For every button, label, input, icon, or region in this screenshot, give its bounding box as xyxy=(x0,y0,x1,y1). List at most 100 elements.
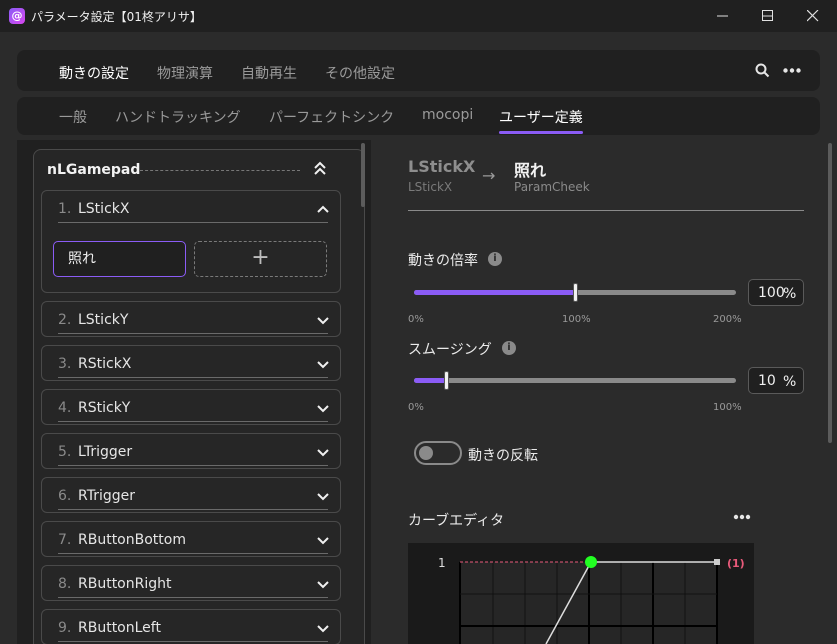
axis-name: RStickX xyxy=(78,356,132,372)
chevron-down-icon[interactable] xyxy=(316,313,330,327)
add-param-button[interactable]: + xyxy=(194,241,327,277)
tab-autoplay[interactable]: 自動再生 xyxy=(241,63,297,83)
tab-general[interactable]: 一般 xyxy=(59,107,87,127)
axis-name: RStickY xyxy=(78,400,131,416)
curve-editor-canvas[interactable]: 1 (1) xyxy=(408,543,754,644)
axis-number: 3. xyxy=(58,356,72,372)
axis-name: LTrigger xyxy=(78,444,133,460)
chevron-down-icon[interactable] xyxy=(316,357,330,371)
axis-number: 1. xyxy=(58,201,72,217)
motion-scale-slider[interactable] xyxy=(414,283,736,302)
tab-perfect-sync[interactable]: パーフェクトシンク xyxy=(269,107,394,127)
slider-thumb[interactable] xyxy=(573,283,578,302)
chevron-up-icon[interactable] xyxy=(316,202,330,216)
axis-number: 7. xyxy=(58,532,72,548)
point-index-label: (1) xyxy=(727,557,745,570)
axis-underline xyxy=(58,222,328,223)
more-menu-icon[interactable] xyxy=(783,68,801,73)
toggle-knob xyxy=(419,446,433,460)
source-input-id: LStickX xyxy=(408,180,453,194)
axis-item[interactable]: 9. RButtonLeft xyxy=(41,609,341,644)
axis-number: 8. xyxy=(58,576,72,592)
curve-control-point[interactable] xyxy=(585,556,597,568)
axis-underline xyxy=(58,641,328,642)
tick-label: 0% xyxy=(408,314,424,325)
unit: % xyxy=(783,374,797,390)
tab-hand-tracking[interactable]: ハンドトラッキング xyxy=(115,107,241,127)
invert-label: 動きの反転 xyxy=(468,448,538,464)
source-input-name: LStickX xyxy=(408,157,476,176)
invert-toggle[interactable] xyxy=(414,441,462,465)
chevron-down-icon[interactable] xyxy=(316,445,330,459)
target-param-id: ParamCheek xyxy=(514,180,590,194)
chevron-down-icon[interactable] xyxy=(316,401,330,415)
value: 10 xyxy=(758,373,776,389)
axis-number: 9. xyxy=(58,620,72,636)
group-title: nLGamepad xyxy=(47,162,141,178)
slider-fill xyxy=(414,290,575,295)
tick-label: 0% xyxy=(408,402,424,413)
chevron-down-icon[interactable] xyxy=(316,533,330,547)
info-icon[interactable]: i xyxy=(488,252,502,266)
close-icon xyxy=(807,10,819,22)
axis-number: 4. xyxy=(58,400,72,416)
axis-item[interactable]: 5. LTrigger xyxy=(41,433,341,469)
maximize-button[interactable] xyxy=(745,0,790,32)
motion-scale-input[interactable]: 100 % xyxy=(748,279,804,306)
chevron-down-icon[interactable] xyxy=(316,489,330,503)
smoothing-label: スムージング xyxy=(408,342,492,358)
left-scrollbar[interactable] xyxy=(361,143,365,207)
maximize-icon xyxy=(762,10,773,21)
axis-item[interactable]: 3. RStickX xyxy=(41,345,341,381)
gamepad-group: nLGamepad 1. LStickX 照れ + 2. LStickY 3. … xyxy=(33,149,365,644)
curve-more-icon[interactable] xyxy=(733,512,751,522)
axis-item[interactable]: 4. RStickY xyxy=(41,389,341,425)
curve-graph[interactable]: 1 (1) xyxy=(408,543,754,644)
axis-number: 6. xyxy=(58,488,72,504)
app-logo-icon: @ xyxy=(9,8,25,24)
chevron-down-icon[interactable] xyxy=(316,621,330,635)
tab-physics[interactable]: 物理演算 xyxy=(157,63,213,83)
tab-mocopi[interactable]: mocopi xyxy=(422,107,473,123)
group-divider xyxy=(140,170,300,171)
axis-underline xyxy=(58,597,328,598)
axis-item[interactable]: 7. RButtonBottom xyxy=(41,521,341,557)
info-icon[interactable]: i xyxy=(502,341,516,355)
search-icon[interactable] xyxy=(755,63,770,78)
tick-label: 200% xyxy=(713,314,742,325)
curve-end-handle[interactable] xyxy=(714,559,720,565)
axis-underline xyxy=(58,421,328,422)
target-param-name: 照れ xyxy=(514,161,547,180)
axis-number: 5. xyxy=(58,444,72,460)
collapse-all-icon[interactable] xyxy=(310,159,330,179)
input-list-panel: nLGamepad 1. LStickX 照れ + 2. LStickY 3. … xyxy=(17,140,371,644)
tab-other-settings[interactable]: その他設定 xyxy=(325,63,395,83)
axis-underline xyxy=(58,509,328,510)
axis-item[interactable]: 2. LStickY xyxy=(41,301,341,337)
axis-underline xyxy=(58,377,328,378)
axis-name: RTrigger xyxy=(78,488,135,504)
header-divider xyxy=(408,210,804,211)
axis-number: 2. xyxy=(58,312,72,328)
tab-motion-settings[interactable]: 動きの設定 xyxy=(59,63,129,83)
right-scrollbar[interactable] xyxy=(828,143,832,443)
smoothing-input[interactable]: 10 % xyxy=(748,367,804,394)
curve-grid xyxy=(459,562,718,644)
smoothing-slider[interactable] xyxy=(414,371,736,390)
window-title: パラメータ設定【01柊アリサ】 xyxy=(31,10,202,24)
axis-item[interactable]: 6. RTrigger xyxy=(41,477,341,513)
axis-item[interactable]: 8. RButtonRight xyxy=(41,565,341,601)
mapping-arrow-icon: → xyxy=(482,166,496,185)
value: 100 xyxy=(758,285,785,301)
axis-name: LStickY xyxy=(78,312,129,328)
chevron-down-icon[interactable] xyxy=(316,577,330,591)
slider-thumb[interactable] xyxy=(444,371,449,390)
close-button[interactable] xyxy=(790,0,835,32)
tick-label: 100% xyxy=(562,314,591,325)
title-bar: @ パラメータ設定【01柊アリサ】 xyxy=(0,0,837,32)
axis-name: LStickX xyxy=(78,201,130,217)
tab-user-defined[interactable]: ユーザー定義 xyxy=(499,107,583,127)
main-tab-bar: 動きの設定 物理演算 自動再生 その他設定 xyxy=(17,50,820,91)
param-chip-cheek[interactable]: 照れ xyxy=(53,241,186,277)
minimize-button-area[interactable] xyxy=(700,0,745,32)
